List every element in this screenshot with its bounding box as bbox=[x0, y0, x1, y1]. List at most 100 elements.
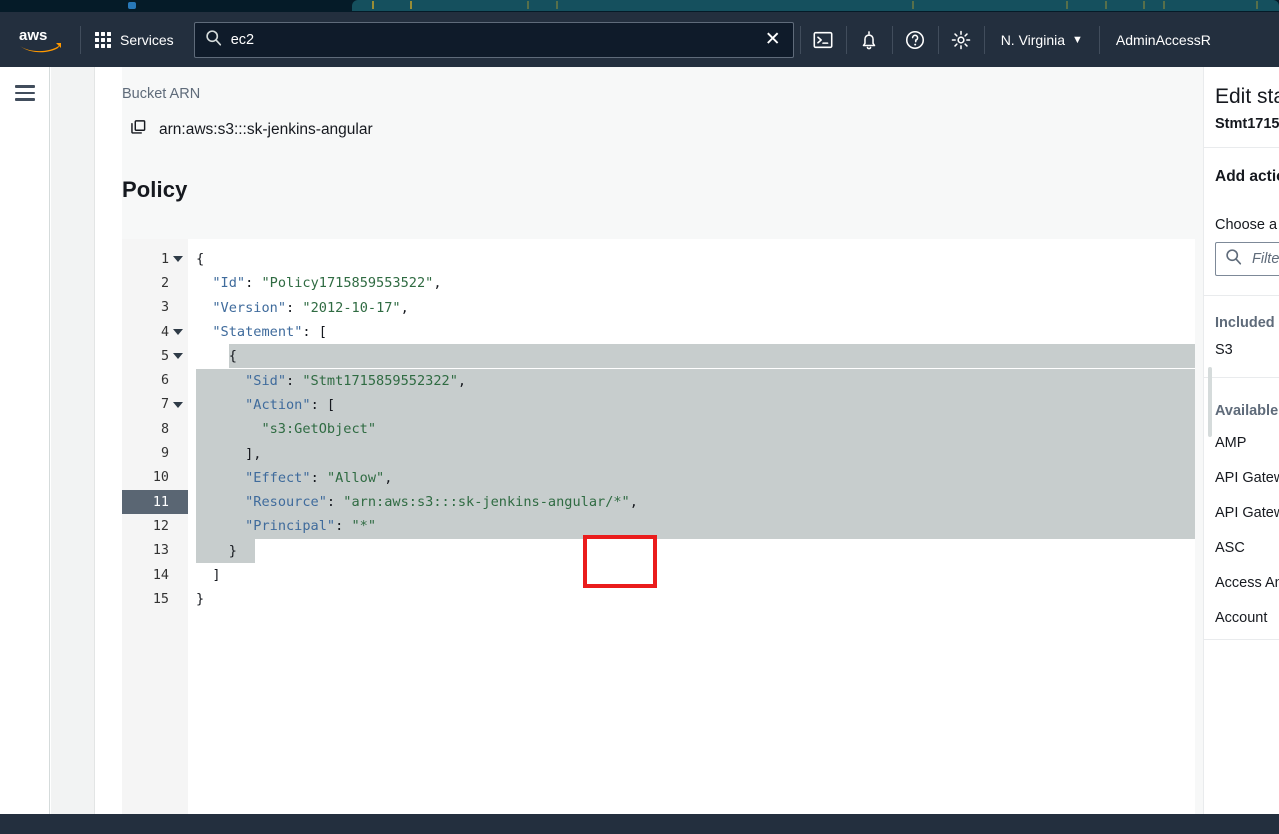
code-token: "Principal" bbox=[245, 518, 336, 535]
code-token: "Sid" bbox=[245, 372, 286, 389]
add-actions-heading: Add actions bbox=[1215, 168, 1279, 185]
code-token: "Version" bbox=[212, 299, 287, 316]
gutter-line-number: 3 bbox=[160, 300, 169, 316]
filter-placeholder: Filter actions bbox=[1252, 251, 1279, 267]
code-token: , bbox=[433, 275, 442, 292]
code-line[interactable]: { bbox=[229, 344, 237, 368]
gutter-line-number: 6 bbox=[160, 373, 169, 389]
code-line[interactable]: "Sid": "Stmt1715859552322", bbox=[245, 369, 466, 393]
available-service-item[interactable]: API Gateway V2 bbox=[1215, 505, 1279, 521]
code-token: , bbox=[457, 372, 467, 389]
editor-gutter: 1 2 3 4 5 6 7 8 9 10 11 12 13 14 15 bbox=[122, 239, 188, 814]
tab-glyph bbox=[912, 1, 914, 9]
hamburger-menu-icon[interactable] bbox=[15, 85, 35, 105]
account-menu[interactable]: AdminAccessR bbox=[1100, 12, 1227, 67]
code-line[interactable]: "s3:GetObject" bbox=[261, 417, 376, 441]
code-line[interactable]: } bbox=[229, 539, 237, 563]
aws-top-navigation: aws Services ec2 ✕ N. Virginia ▼ AdminAc… bbox=[0, 12, 1279, 67]
gutter-line-number: 7 bbox=[122, 393, 188, 417]
aws-logo[interactable]: aws bbox=[0, 12, 80, 67]
edit-statement-panel: Edit statement Stmt1715859552322 Add act… bbox=[1203, 67, 1279, 814]
code-token: "Action" bbox=[245, 396, 311, 413]
code-line[interactable]: "Effect": "Allow", bbox=[245, 466, 392, 490]
available-service-item[interactable]: Access Analyzer bbox=[1215, 575, 1279, 591]
code-token: "Id" bbox=[212, 275, 246, 292]
code-line[interactable]: "Resource": "arn:aws:s3:::sk-jenkins-ang… bbox=[245, 490, 638, 514]
tab-glyph bbox=[1163, 1, 1165, 9]
browser-tab-strip bbox=[0, 0, 1279, 12]
available-service-item[interactable]: ASC bbox=[1215, 540, 1245, 556]
copy-icon[interactable] bbox=[130, 119, 147, 141]
code-fold-toggle-icon[interactable] bbox=[173, 329, 183, 336]
page-body: Bucket ARN arn:aws:s3:::sk-jenkins-angul… bbox=[0, 67, 1279, 814]
collapsed-sidebar-rail[interactable] bbox=[51, 67, 95, 814]
cloudshell-icon[interactable] bbox=[801, 12, 846, 67]
gutter-line-number: 10 bbox=[152, 470, 169, 486]
available-service-item[interactable]: API Gateway bbox=[1215, 470, 1279, 486]
region-selector[interactable]: N. Virginia ▼ bbox=[985, 12, 1099, 67]
choose-service-label: Choose a service bbox=[1215, 217, 1279, 233]
code-line[interactable]: ] bbox=[212, 563, 220, 587]
search-icon bbox=[1225, 248, 1242, 270]
code-fold-toggle-icon[interactable] bbox=[173, 256, 183, 263]
footer-bar bbox=[0, 814, 1279, 834]
tab-glyph bbox=[527, 1, 529, 9]
code-line[interactable]: "Principal": "*" bbox=[245, 514, 376, 538]
code-token: : bbox=[326, 494, 344, 511]
code-line[interactable]: "Statement": [ bbox=[212, 320, 327, 344]
help-icon[interactable] bbox=[893, 12, 938, 67]
policy-json-editor[interactable]: 1 2 3 4 5 6 7 8 9 10 11 12 13 14 15 {"Id": "Policy1715… bbox=[122, 239, 1195, 814]
code-fold-toggle-icon[interactable] bbox=[173, 401, 183, 408]
search-input[interactable]: ec2 bbox=[231, 32, 756, 48]
panel-divider bbox=[1204, 639, 1279, 640]
editor-code-area[interactable]: {"Id": "Policy1715859553522", "Version": … bbox=[188, 239, 1195, 814]
code-token: { bbox=[196, 251, 205, 268]
gutter-line-number: 5 bbox=[122, 344, 188, 368]
available-service-item[interactable]: Account bbox=[1215, 610, 1267, 626]
global-search-box[interactable]: ec2 ✕ bbox=[193, 21, 794, 58]
gutter-line-number: 11 bbox=[122, 490, 188, 515]
selection-highlight bbox=[196, 441, 1195, 466]
available-services-heading: Available services bbox=[1215, 403, 1279, 419]
gutter-line-number: 13 bbox=[152, 543, 169, 559]
panel-divider bbox=[1204, 147, 1279, 148]
code-token: : bbox=[245, 275, 262, 292]
code-line[interactable]: "Action": [ bbox=[245, 393, 335, 417]
code-token: : bbox=[335, 518, 352, 535]
code-token: ], bbox=[245, 445, 262, 462]
code-token: "Statement" bbox=[212, 324, 303, 341]
bucket-arn-label: Bucket ARN bbox=[122, 86, 201, 102]
panel-scrollbar[interactable] bbox=[1208, 367, 1212, 437]
left-nav-column bbox=[0, 67, 50, 814]
region-label: N. Virginia bbox=[1000, 31, 1066, 48]
code-token: , bbox=[400, 299, 409, 316]
available-service-item[interactable]: AMP bbox=[1215, 435, 1246, 451]
bell-icon[interactable] bbox=[847, 12, 892, 67]
browser-active-tab[interactable] bbox=[352, 0, 1279, 11]
code-line[interactable]: { bbox=[196, 247, 204, 271]
gutter-line-number: 4 bbox=[122, 320, 188, 344]
code-token: "Policy1715859553522" bbox=[261, 275, 434, 292]
gutter-line-number: 12 bbox=[152, 518, 169, 534]
services-label: Services bbox=[120, 31, 174, 48]
code-token: : bbox=[286, 372, 303, 389]
code-line[interactable]: "Version": "2012-10-17", bbox=[212, 296, 408, 320]
code-token: "Stmt1715859552322" bbox=[302, 372, 458, 389]
gutter-line-number: 15 bbox=[152, 591, 169, 607]
filter-actions-input[interactable]: Filter actions bbox=[1215, 242, 1279, 276]
selection-highlight bbox=[196, 538, 255, 563]
code-token: "arn:aws:s3:::sk-jenkins-angular/*" bbox=[343, 494, 630, 511]
services-menu-button[interactable]: Services bbox=[81, 12, 188, 67]
code-token: { bbox=[228, 348, 237, 365]
included-services-heading: Included services bbox=[1215, 315, 1279, 331]
code-token: : bbox=[310, 469, 327, 486]
included-service-item[interactable]: S3 bbox=[1215, 342, 1233, 358]
code-line[interactable]: ], bbox=[245, 441, 261, 465]
code-fold-toggle-icon[interactable] bbox=[173, 353, 183, 360]
close-icon[interactable]: ✕ bbox=[765, 30, 783, 49]
browser-favicon bbox=[128, 2, 136, 9]
chevron-down-icon: ▼ bbox=[1072, 33, 1083, 46]
settings-gear-icon[interactable] bbox=[939, 12, 984, 67]
code-line[interactable]: } bbox=[196, 587, 204, 611]
code-line[interactable]: "Id": "Policy1715859553522", bbox=[212, 271, 441, 295]
